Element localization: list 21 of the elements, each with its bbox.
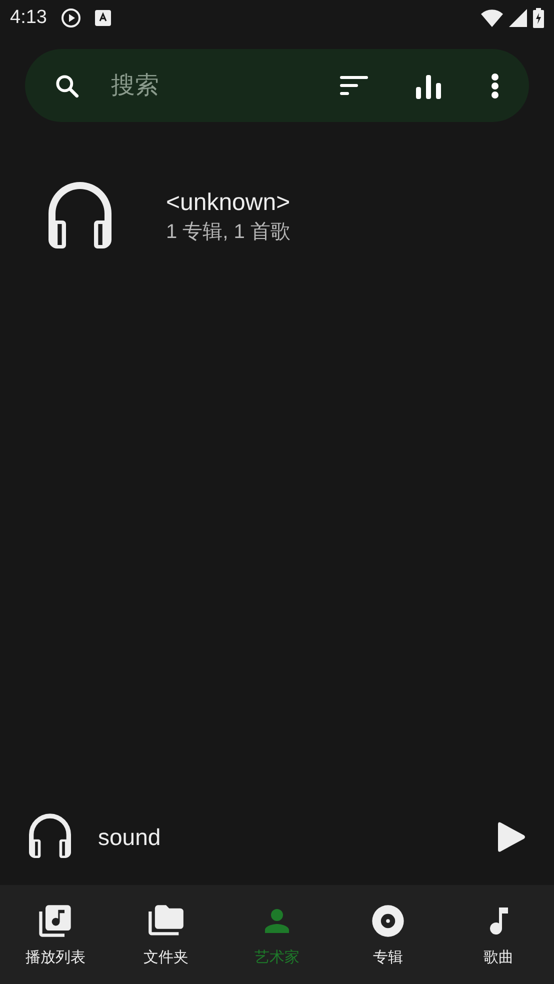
artist-name: <unknown> xyxy=(166,188,290,218)
equalizer-icon[interactable] xyxy=(416,72,442,98)
nav-tab[interactable]: 歌曲 xyxy=(443,885,554,984)
keyboard-icon xyxy=(94,10,111,26)
artist-row[interactable]: <unknown> 1 专辑, 1 首歌 xyxy=(0,172,554,262)
signal-icon xyxy=(509,9,527,27)
search-bar[interactable]: 搜索 xyxy=(25,49,529,122)
track-title: sound xyxy=(98,822,162,852)
play-circle-icon xyxy=(60,8,81,28)
battery-icon xyxy=(533,8,544,28)
mini-player[interactable]: sound xyxy=(0,789,554,885)
nav-tab[interactable]: 播放列表 xyxy=(0,885,111,984)
status-time: 4:13 xyxy=(10,6,47,30)
nav-tab[interactable]: 专辑 xyxy=(332,885,444,984)
sort-icon[interactable] xyxy=(340,74,370,96)
search-field[interactable]: 搜索 xyxy=(111,68,340,104)
nav-tab[interactable]: 文件夹 xyxy=(110,885,222,984)
artist-summary: 1 专辑, 1 首歌 xyxy=(166,220,290,245)
more-options-icon[interactable] xyxy=(491,72,499,98)
wifi-icon xyxy=(481,9,503,27)
play-icon[interactable] xyxy=(496,821,526,853)
